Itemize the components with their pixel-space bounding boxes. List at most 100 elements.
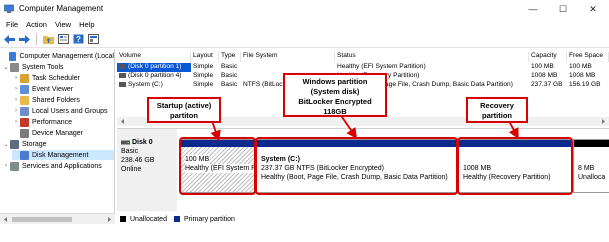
volume-cell-capacity: 100 MB — [529, 63, 567, 72]
volume-drive-icon — [119, 72, 126, 78]
tree-item-performance[interactable]: › Performance — [12, 117, 114, 127]
menu-bar: File Action View Help — [0, 18, 609, 31]
volume-cell-text: Healthy (EFI System Partition) — [337, 63, 426, 70]
legend-unallocated: Unallocated — [130, 215, 167, 223]
tree-item-device-manager[interactable]: Device Manager — [12, 128, 114, 138]
tools-icon — [10, 62, 19, 72]
tree-item-label: Performance — [32, 118, 73, 126]
volume-cell-text: 100 MB — [569, 63, 592, 70]
maximize-button[interactable]: ☐ — [548, 0, 578, 18]
volume-cell-fs — [241, 63, 335, 72]
volume-cell-volume[interactable]: System (C:) — [117, 81, 191, 90]
title-bar: Computer Management — ☐ ✕ — [0, 0, 609, 18]
volume-cell-text: (Disk 0 partition 1) — [128, 63, 182, 70]
chevron-right-icon[interactable]: › — [12, 75, 20, 81]
tree-item-label: Device Manager — [32, 129, 83, 137]
volume-cell-text: Simple — [193, 81, 214, 88]
clock-icon — [20, 73, 29, 83]
tree-item-task-scheduler[interactable]: › Task Scheduler — [12, 73, 114, 83]
volume-drive-icon — [119, 63, 126, 69]
column-free-space[interactable]: Free Space — [567, 52, 609, 62]
tree-item-event-viewer[interactable]: › Event Viewer — [12, 84, 114, 94]
disk-drive-icon — [121, 140, 130, 145]
storage-icon — [10, 139, 19, 149]
properties-icon[interactable] — [57, 33, 70, 46]
navigation-tree: Computer Management (Local ⌄ System Tools ›… — [0, 49, 115, 217]
chevron-down-icon[interactable]: ⌄ — [2, 64, 10, 71]
volume-cell-text: Simple — [193, 63, 214, 70]
window-title: Computer Management — [19, 4, 104, 13]
legend-primary: Primary partition — [183, 215, 235, 223]
tree-item-local-users-and-groups[interactable]: › Local Users and Groups — [12, 106, 114, 116]
unallocated-swatch — [120, 216, 126, 222]
minimize-button[interactable]: — — [518, 0, 548, 18]
callout-windows: Windows partition (System disk) BitLocke… — [283, 73, 387, 117]
close-button[interactable]: ✕ — [578, 0, 608, 18]
volume-cell-volume[interactable]: (Disk 0 partition 1) — [117, 63, 191, 72]
column-type[interactable]: Type — [219, 52, 241, 62]
disk-0-label[interactable]: Disk 0 Basic 238.46 GB Online — [117, 129, 177, 211]
toolbar-separator — [36, 33, 37, 45]
volume-cell-type: Basic — [219, 81, 241, 90]
forward-arrow-icon[interactable] — [18, 33, 31, 46]
column-volume[interactable]: Volume — [117, 52, 191, 62]
volume-cell-text: 1008 MB — [531, 72, 558, 79]
volume-cell-volume[interactable]: (Disk 0 partition 4) — [117, 72, 191, 81]
volume-cell-text: Simple — [193, 72, 214, 79]
partition-unallocated-body: 8 MB Unalloca — [574, 147, 609, 192]
computer-icon — [8, 51, 17, 61]
tree-item-system-tools[interactable]: ⌄ System Tools — [2, 62, 114, 72]
callout-recovery: Recovery partition — [466, 97, 528, 123]
tree-item-disk-management[interactable]: Disk Management — [12, 150, 114, 160]
volume-cell-text: 156.19 GB — [569, 81, 601, 88]
event-viewer-icon — [20, 84, 29, 94]
computer-management-icon — [4, 4, 14, 13]
column-layout[interactable]: Layout — [191, 52, 219, 62]
folder-icon — [20, 95, 29, 105]
chevron-right-icon[interactable]: › — [12, 119, 20, 125]
partition-unallocated[interactable]: 8 MB Unalloca — [573, 139, 609, 193]
services-icon — [10, 161, 19, 171]
chevron-down-icon[interactable]: ⌄ — [2, 141, 10, 148]
volume-cell-type: Basic — [219, 63, 241, 72]
volume-drive-icon — [119, 81, 126, 87]
back-arrow-icon[interactable] — [3, 33, 16, 46]
view-icon[interactable] — [87, 33, 100, 46]
column-file-system[interactable]: File System — [241, 52, 335, 62]
callout-startup: Startup (active) partiton — [147, 97, 221, 123]
volume-cell-text: Basic — [221, 81, 238, 88]
column-status[interactable]: Status — [335, 52, 529, 62]
volume-cell-layout: Simple — [191, 63, 219, 72]
menu-view[interactable]: View — [52, 18, 76, 31]
menu-help[interactable]: Help — [76, 18, 99, 31]
tree-item-services-and-applications[interactable]: › Services and Applications — [2, 161, 114, 171]
chevron-right-icon[interactable]: › — [12, 86, 20, 92]
startup-partition-highlight — [179, 137, 256, 195]
tree-item-computer-management-local[interactable]: Computer Management (Local — [2, 51, 114, 61]
tree-item-label: Shared Folders — [32, 96, 80, 104]
recovery-partition-highlight — [457, 137, 573, 195]
menu-file[interactable]: File — [3, 18, 23, 31]
primary-partition-swatch — [173, 216, 180, 222]
tree-horizontal-scrollbar[interactable] — [0, 213, 115, 224]
disk-type: Basic — [121, 148, 139, 155]
up-folder-icon[interactable] — [42, 33, 55, 46]
disk-state: Online — [121, 166, 142, 173]
tree-item-storage[interactable]: ⌄ Storage — [2, 139, 114, 149]
tree-item-shared-folders[interactable]: › Shared Folders — [12, 95, 114, 105]
chevron-right-icon[interactable]: › — [2, 163, 10, 169]
column-capacity[interactable]: Capacity — [529, 52, 567, 62]
tree-item-label: Computer Management (Local — [19, 52, 114, 60]
disk-icon — [20, 150, 29, 160]
volume-cell-text: 1008 MB — [569, 72, 596, 79]
menu-action[interactable]: Action — [23, 18, 52, 31]
partition-unallocated-size: 8 MB — [578, 165, 595, 172]
volume-cell-text: Basic — [221, 72, 238, 79]
chevron-right-icon[interactable]: › — [12, 97, 20, 103]
chevron-right-icon[interactable]: › — [12, 108, 20, 114]
tree-item-label: Disk Management — [32, 151, 89, 159]
disk-size: 238.46 GB — [121, 157, 155, 164]
users-icon — [20, 106, 29, 116]
help-icon[interactable]: ? — [72, 33, 85, 46]
volume-cell-capacity: 1008 MB — [529, 72, 567, 81]
